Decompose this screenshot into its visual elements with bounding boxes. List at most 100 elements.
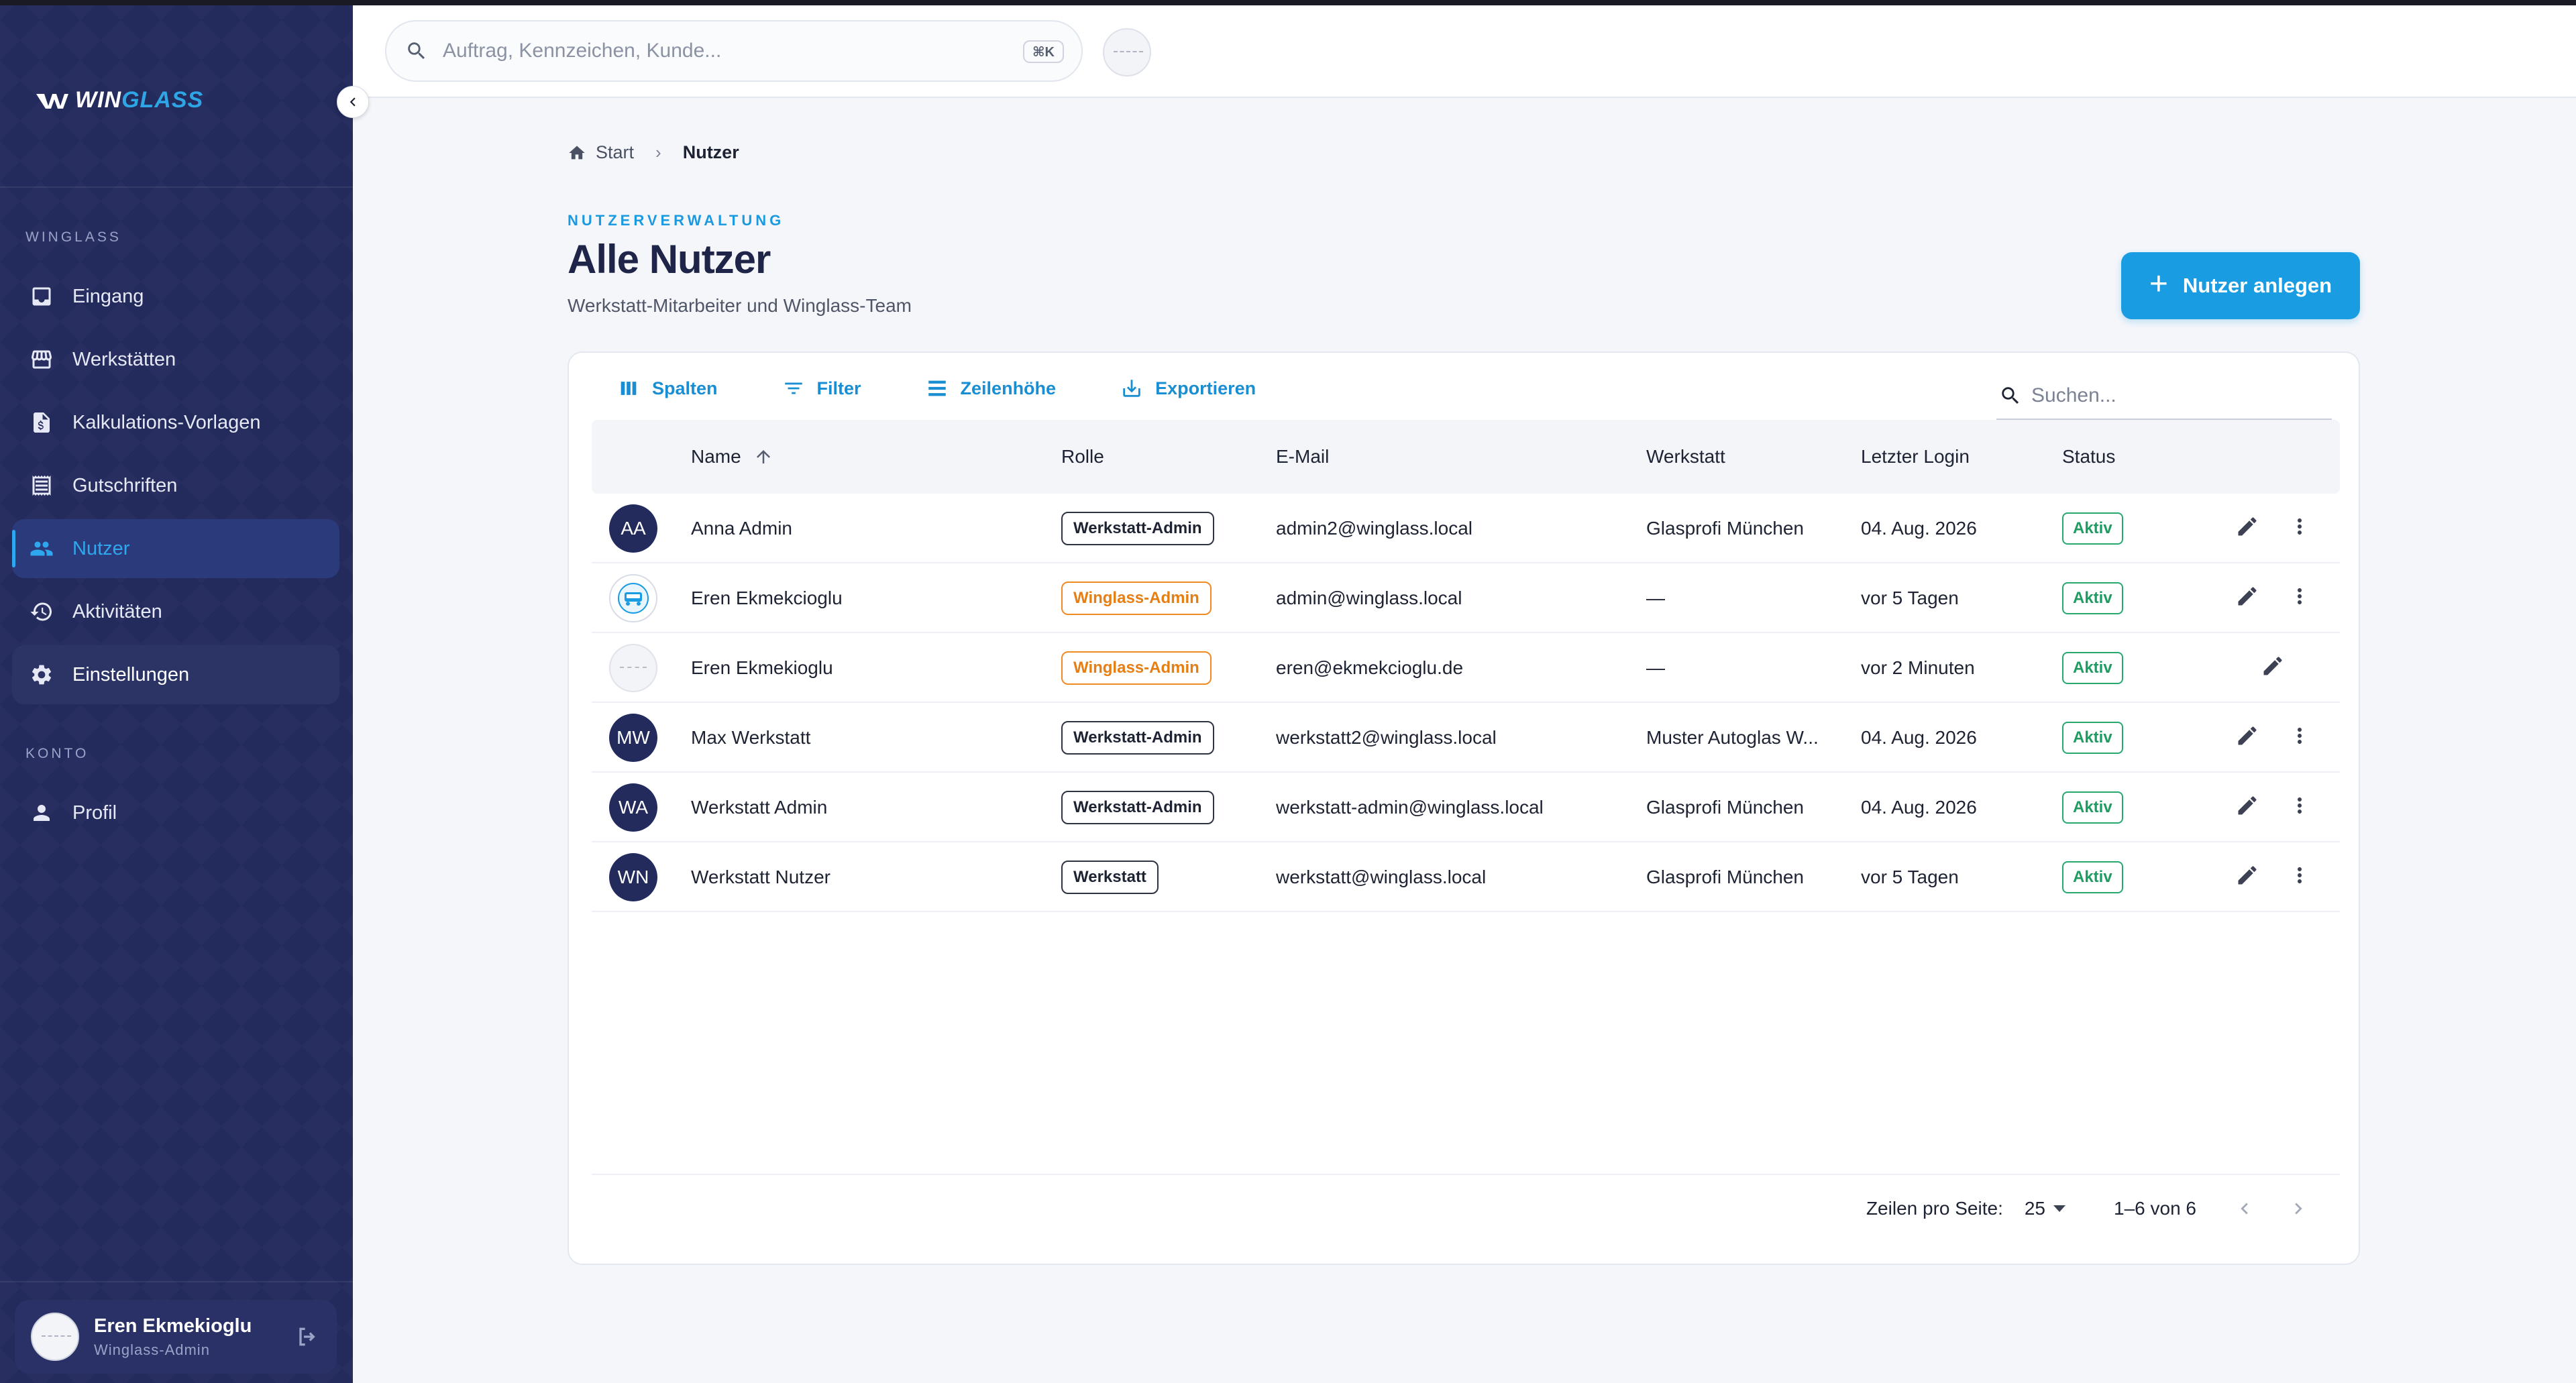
user-name: Max Werkstatt xyxy=(691,727,811,748)
table-row[interactable]: WN Werkstatt Nutzer Werkstatt werkstatt@… xyxy=(592,842,2340,912)
sidebar-item-nutzer[interactable]: Nutzer xyxy=(12,519,339,578)
table-row[interactable]: AA Anna Admin Werkstatt-Admin admin2@win… xyxy=(592,494,2340,563)
role-cell: Winglass-Admin xyxy=(1061,563,1212,633)
row-menu-button[interactable] xyxy=(2288,703,2312,773)
breadcrumb: Start › Nutzer xyxy=(568,142,739,163)
more-vertical-icon xyxy=(2288,724,2312,753)
search-icon xyxy=(408,42,425,60)
person-icon xyxy=(34,805,50,821)
brand-logo[interactable]: WINGLASS xyxy=(35,87,203,113)
breadcrumb-home[interactable]: Start xyxy=(596,142,634,163)
column-header-status[interactable]: Status xyxy=(2062,420,2115,494)
table-row[interactable]: WA Werkstatt Admin Werkstatt-Admin werks… xyxy=(592,773,2340,842)
user-last-login: vor 2 Minuten xyxy=(1861,657,1975,678)
role-badge: Winglass-Admin xyxy=(1061,582,1212,615)
row-menu-button[interactable] xyxy=(2288,842,2312,912)
global-search[interactable]: ⌘K xyxy=(385,20,1083,82)
column-header-name[interactable]: Name xyxy=(691,420,773,494)
user-last-login: 04. Aug. 2026 xyxy=(1861,797,1977,818)
more-vertical-icon xyxy=(2288,863,2312,892)
account-avatar[interactable] xyxy=(1103,28,1151,76)
winglass-logo-icon xyxy=(36,93,68,109)
sidebar-item-eingang[interactable]: Eingang xyxy=(12,267,339,326)
table-row[interactable]: Eren Ekmekioglu Winglass-Admin eren@ekme… xyxy=(592,633,2340,703)
edit-user-button[interactable] xyxy=(2261,633,2285,703)
sidebar-collapse-button[interactable] xyxy=(337,86,369,118)
pencil-icon xyxy=(2261,654,2285,683)
sidebar-divider xyxy=(0,186,353,188)
user-avatar-cell: WN xyxy=(609,842,657,912)
avatar xyxy=(31,1313,79,1361)
row-menu-button[interactable] xyxy=(2288,773,2312,842)
sidebar-item-label: Eingang xyxy=(72,285,144,307)
add-user-button[interactable]: + Nutzer anlegen xyxy=(2121,252,2360,319)
sidebar-item-aktivitaeten[interactable]: Aktivitäten xyxy=(12,582,339,641)
edit-user-button[interactable] xyxy=(2235,773,2259,842)
window-top-edge xyxy=(0,0,2576,5)
table-row[interactable]: Eren Ekmekcioglu Winglass-Admin admin@wi… xyxy=(592,563,2340,633)
next-page-button[interactable] xyxy=(2285,1195,2312,1222)
table-footer-divider xyxy=(592,1174,2340,1175)
columns-button-label: Spalten xyxy=(652,378,718,398)
sidebar-section-konto: KONTO xyxy=(25,746,89,761)
sidebar-item-label: Profil xyxy=(72,801,117,824)
export-button[interactable]: Exportieren xyxy=(1120,377,1256,400)
current-user-card[interactable]: Eren Ekmekioglu Winglass-Admin xyxy=(15,1300,337,1374)
chevron-left-icon xyxy=(350,97,356,107)
table-row[interactable]: MW Max Werkstatt Werkstatt-Admin werksta… xyxy=(592,703,2340,773)
density-icon xyxy=(928,380,946,396)
sidebar-item-label: Werkstätten xyxy=(72,348,176,370)
column-header-email[interactable]: E-Mail xyxy=(1276,420,1329,494)
role-cell: Werkstatt-Admin xyxy=(1061,703,1214,773)
sort-ascending-icon xyxy=(756,450,770,463)
user-email: werkstatt@winglass.local xyxy=(1276,867,1487,887)
global-search-input[interactable] xyxy=(443,40,993,62)
page-title: Alle Nutzer xyxy=(568,237,771,282)
column-header-werkstatt[interactable]: Werkstatt xyxy=(1646,420,1725,494)
user-last-login: 04. Aug. 2026 xyxy=(1861,518,1977,539)
logout-icon[interactable] xyxy=(294,1323,321,1350)
plus-icon: + xyxy=(2149,266,2168,302)
filter-icon xyxy=(784,382,802,394)
caret-down-icon xyxy=(2053,1205,2065,1212)
users-table-card: Spalten Filter Zeilenhöhe Exportieren Na… xyxy=(568,351,2360,1265)
previous-page-button[interactable] xyxy=(2231,1195,2258,1222)
filter-button[interactable]: Filter xyxy=(782,377,861,400)
column-header-letzter-login[interactable]: Letzter Login xyxy=(1861,420,1970,494)
edit-user-button[interactable] xyxy=(2235,842,2259,912)
more-vertical-icon xyxy=(2288,793,2312,822)
user-avatar-cell xyxy=(609,633,657,703)
density-button[interactable]: Zeilenhöhe xyxy=(926,377,1056,400)
grid-search-input[interactable] xyxy=(2031,384,2313,407)
status-badge: Aktiv xyxy=(2062,722,2123,754)
edit-user-button[interactable] xyxy=(2235,563,2259,633)
current-user-role: Winglass-Admin xyxy=(94,1341,210,1358)
sidebar-item-kalkulations-vorlagen[interactable]: Kalkulations-Vorlagen xyxy=(12,393,339,452)
role-cell: Werkstatt-Admin xyxy=(1061,494,1214,563)
edit-user-button[interactable] xyxy=(2235,703,2259,773)
row-menu-button[interactable] xyxy=(2288,494,2312,563)
download-icon xyxy=(1123,380,1140,397)
status-badge: Aktiv xyxy=(2062,582,2123,614)
edit-user-button[interactable] xyxy=(2235,494,2259,563)
row-menu-button[interactable] xyxy=(2288,563,2312,633)
sidebar-item-profil[interactable]: Profil xyxy=(12,783,339,842)
sidebar-item-gutschriften[interactable]: Gutschriften xyxy=(12,456,339,515)
page-subtitle: Werkstatt-Mitarbeiter und Winglass-Team xyxy=(568,295,912,316)
sidebar-item-einstellungen[interactable]: Einstellungen xyxy=(12,645,339,704)
column-header-rolle[interactable]: Rolle xyxy=(1061,420,1104,494)
receipt-icon xyxy=(32,476,51,496)
user-last-login: vor 5 Tagen xyxy=(1861,867,1959,887)
user-avatar-cell xyxy=(609,563,657,633)
columns-button[interactable]: Spalten xyxy=(617,377,718,400)
user-last-login: 04. Aug. 2026 xyxy=(1861,727,1977,748)
pencil-icon xyxy=(2235,793,2259,822)
role-badge: Werkstatt-Admin xyxy=(1061,721,1214,755)
sidebar-item-werkstaetten[interactable]: Werkstätten xyxy=(12,330,339,389)
status-badge: Aktiv xyxy=(2062,652,2123,684)
rows-per-page-select[interactable]: 25 xyxy=(2025,1198,2065,1219)
grid-search[interactable] xyxy=(1996,373,2332,420)
inbox-icon xyxy=(32,287,51,306)
role-cell: Werkstatt xyxy=(1061,842,1159,912)
add-user-button-label: Nutzer anlegen xyxy=(2182,274,2332,297)
